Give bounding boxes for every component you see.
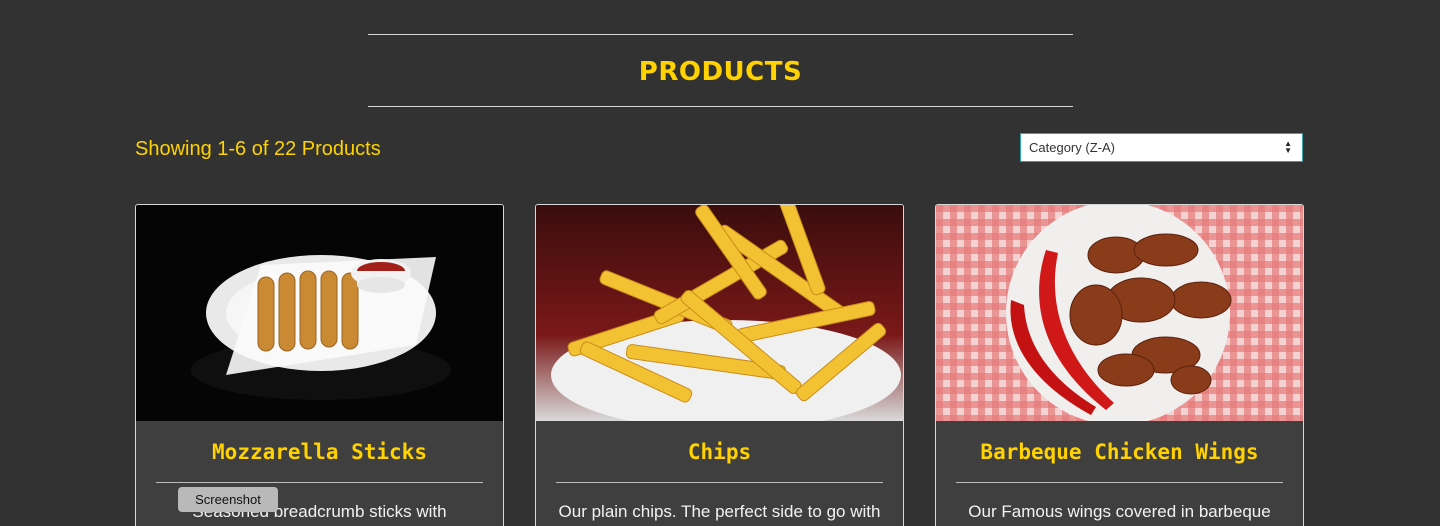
product-name[interactable]: Chips [536, 437, 903, 467]
title-bottom-divider [368, 106, 1073, 107]
card-divider [956, 482, 1283, 483]
chicken-wings-image[interactable] [936, 205, 1303, 421]
chips-image[interactable] [536, 205, 903, 421]
product-card[interactable]: Chips Our plain chips. The perfect side … [535, 204, 904, 526]
product-count-label: Showing 1-6 of 22 Products [135, 138, 381, 160]
product-description: Our plain chips. The perfect side to go … [558, 502, 881, 521]
page-title: PRODUCTS [638, 57, 803, 87]
title-top-divider [368, 34, 1073, 35]
sort-select-value: Category (Z-A) [1029, 140, 1115, 155]
card-divider [156, 482, 483, 483]
screenshot-tooltip: Screenshot [178, 487, 278, 512]
mozzarella-sticks-image[interactable] [136, 205, 503, 421]
product-card[interactable]: Barbeque Chicken Wings Our Famous wings … [935, 204, 1304, 526]
product-card[interactable]: Mozzarella Sticks Seasoned breadcrumb st… [135, 204, 504, 526]
product-name[interactable]: Mozzarella Sticks [136, 437, 503, 467]
sort-select[interactable]: Category (Z-A) ▲ ▼ [1020, 133, 1303, 162]
product-description: Our Famous wings covered in barbeque [968, 502, 1271, 521]
product-name[interactable]: Barbeque Chicken Wings [936, 437, 1303, 467]
card-divider [556, 482, 883, 483]
select-arrows-icon: ▲ ▼ [1284, 139, 1292, 155]
products-page: PRODUCTS Showing 1-6 of 22 Products Cate… [0, 0, 1440, 526]
